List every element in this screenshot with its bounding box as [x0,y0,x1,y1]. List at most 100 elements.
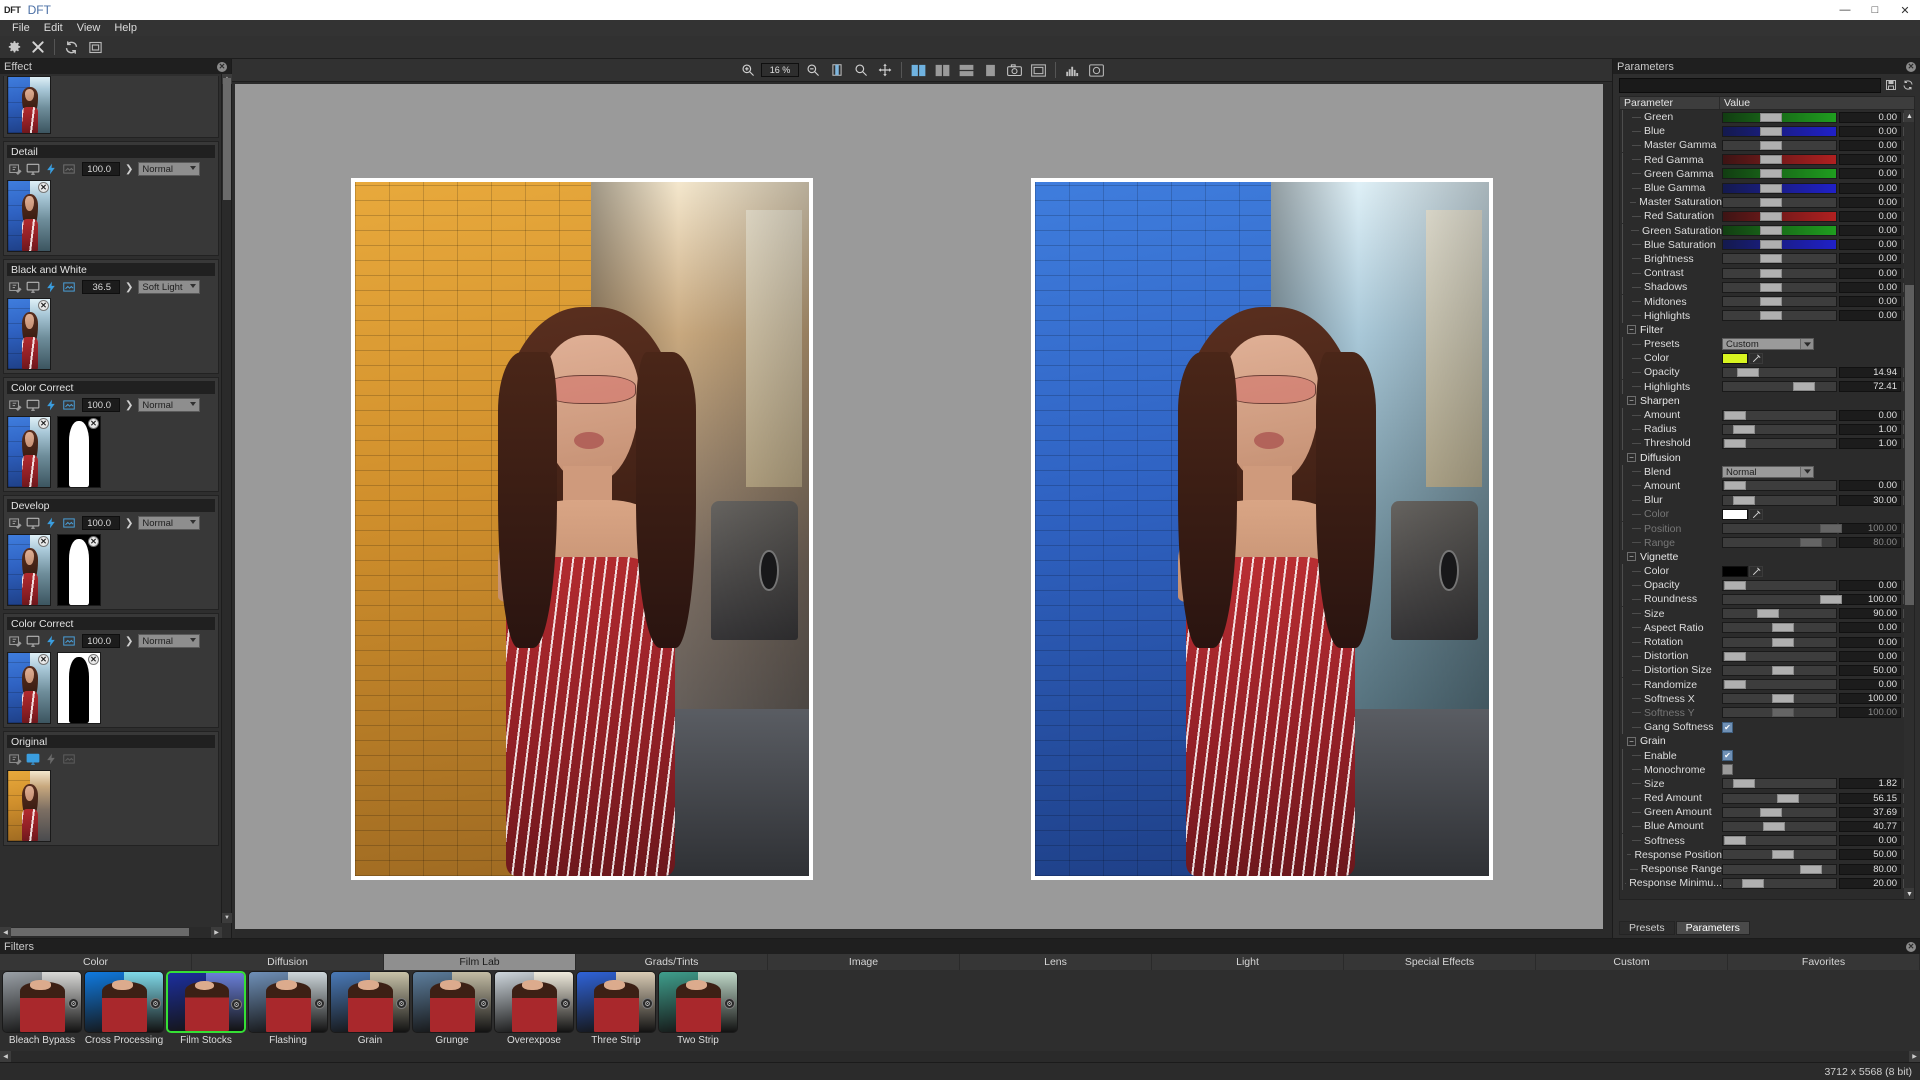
slider-handle[interactable] [1771,694,1794,704]
parameter-slider[interactable] [1722,281,1837,293]
filter-settings-icon[interactable]: ⚙ [314,998,325,1009]
tab-presets[interactable]: Presets [1619,921,1675,935]
effect-panel-hscrollbar[interactable]: ◀ ▶ [0,927,222,938]
parameter-slider[interactable] [1722,210,1837,222]
parameter-checkbox[interactable] [1722,764,1733,776]
layer-opacity-field[interactable]: 100.0 [82,634,120,648]
parameter-slider[interactable] [1722,608,1837,620]
parameter-row[interactable]: Softness X 100.00 [1620,691,1914,706]
parameter-number-field[interactable]: 80.00 [1839,863,1901,875]
filter-item[interactable]: ⚙ Three Strip [576,971,656,1049]
filter-settings-icon[interactable]: ⚙ [150,998,161,1009]
filter-thumbnail[interactable]: ⚙ [84,971,164,1033]
parameter-row[interactable]: Amount 0.00 [1620,408,1914,423]
layer-frame-icon[interactable] [61,515,77,531]
parameter-slider[interactable] [1722,423,1837,435]
parameter-slider[interactable] [1722,664,1837,676]
viewer-vscrollbar[interactable] [1603,84,1612,981]
menu-edit[interactable]: Edit [37,21,70,35]
parameter-number-field[interactable]: 0.00 [1839,835,1901,847]
filter-settings-icon[interactable]: ⚙ [396,998,407,1009]
eyedropper-icon[interactable] [1749,508,1763,520]
bypass-bolt-icon[interactable] [43,161,59,177]
parameter-number-field[interactable]: 50.00 [1839,849,1901,861]
frame-icon[interactable] [1028,60,1049,80]
slider-handle[interactable] [1760,297,1783,307]
parameter-number-field[interactable]: 100.00 [1839,707,1901,719]
parameter-row[interactable]: Master Saturation 0.00 [1620,195,1914,210]
filter-category-special-effects[interactable]: Special Effects [1344,954,1536,970]
parameter-number-field[interactable]: 0.00 [1839,154,1901,166]
parameter-number-field[interactable]: 0.00 [1839,267,1901,279]
parameter-number-field[interactable]: 0.00 [1839,480,1901,492]
remove-mask-icon[interactable]: ✕ [88,536,99,547]
parameter-number-field[interactable]: 0.00 [1839,125,1901,137]
scroll-down-icon[interactable]: ▼ [222,913,232,923]
slider-handle[interactable] [1771,637,1794,647]
parameter-row[interactable]: Response Minimu... 20.00 [1620,876,1914,891]
group-collapse-icon[interactable]: − [1627,325,1636,335]
layer-blend-mode[interactable]: Normal [138,516,201,530]
layer-opacity-field[interactable]: 100.0 [82,516,120,530]
scroll-thumb[interactable] [11,928,189,936]
parameter-row[interactable]: Size 90.00 [1620,606,1914,621]
parameter-group-row[interactable]: − Grain [1620,734,1914,748]
parameter-slider[interactable] [1722,239,1837,251]
parameter-number-field[interactable]: 1.82 [1839,778,1901,790]
layer-frame-icon[interactable] [61,633,77,649]
parameter-row[interactable]: Distortion 0.00 [1620,649,1914,664]
scroll-thumb[interactable] [1905,285,1914,605]
close-button[interactable]: ✕ [1890,0,1920,20]
parameter-row[interactable]: Radius 1.00 [1620,422,1914,437]
zoom-out-icon[interactable] [802,60,823,80]
slider-handle[interactable] [1777,793,1800,803]
parameter-slider[interactable] [1722,494,1837,506]
filter-settings-icon[interactable]: ⚙ [642,998,653,1009]
parameter-number-field[interactable]: 100.00 [1839,593,1901,605]
filter-settings-icon[interactable]: ⚙ [724,998,735,1009]
parameter-dropdown[interactable]: Custom [1722,338,1814,351]
parameter-slider[interactable] [1722,437,1837,449]
parameter-row[interactable]: Highlights 72.41 [1620,379,1914,394]
parameter-slider[interactable] [1722,196,1837,208]
remove-layer-icon[interactable]: ✕ [38,300,49,311]
parameter-row[interactable]: Color [1620,564,1914,579]
layer-frame-icon[interactable] [61,751,77,767]
filter-thumbnail[interactable]: ⚙ [494,971,574,1033]
parameter-row[interactable]: Range 80.00 [1620,535,1914,550]
slider-handle[interactable] [1733,424,1756,434]
parameter-slider[interactable] [1722,381,1837,393]
parameter-number-field[interactable]: 30.00 [1839,494,1901,506]
monitor-view-icon[interactable] [25,633,41,649]
scroll-left-icon[interactable]: ◀ [0,927,11,938]
parameter-row[interactable]: Amount 0.00 [1620,478,1914,493]
edit-mask-icon[interactable] [7,279,23,295]
fit-frame-icon[interactable] [84,37,106,58]
parameter-slider[interactable] [1722,707,1837,719]
parameter-number-field[interactable]: 0.00 [1839,409,1901,421]
split-horizontal-icon[interactable] [932,60,953,80]
parameters-panel-close-icon[interactable]: ✕ [1906,61,1916,72]
refresh-icon[interactable] [60,37,82,58]
parameter-slider[interactable] [1722,182,1837,194]
expand-arrow-icon[interactable]: ❯ [122,518,136,529]
viewer-hscrollbar[interactable] [235,929,1603,938]
filter-thumbnail[interactable]: ⚙ [330,971,410,1033]
filter-settings-icon[interactable]: ⚙ [231,999,242,1010]
parameter-slider[interactable] [1722,154,1837,166]
filter-category-light[interactable]: Light [1152,954,1344,970]
minimize-button[interactable]: — [1830,0,1860,20]
layer-opacity-field[interactable]: 100.0 [82,162,120,176]
filter-item[interactable]: ⚙ Cross Processing [84,971,164,1049]
slider-handle[interactable] [1760,155,1783,165]
group-collapse-icon[interactable]: − [1627,453,1636,463]
layer-preview-thumbnail[interactable] [7,76,51,134]
parameter-row[interactable]: Blue Amount 40.77 [1620,819,1914,834]
monitor-view-icon[interactable] [25,515,41,531]
color-swatch[interactable] [1722,508,1748,520]
parameter-group-row[interactable]: − Vignette [1620,550,1914,564]
parameter-number-field[interactable]: 0.00 [1839,622,1901,634]
parameter-row[interactable]: Green Saturation 0.00 [1620,223,1914,238]
parameter-row[interactable]: Opacity 0.00 [1620,578,1914,593]
effect-layer-black-and-white[interactable]: Black and White 36.5 ❯ Soft Light ✕ [3,259,219,374]
